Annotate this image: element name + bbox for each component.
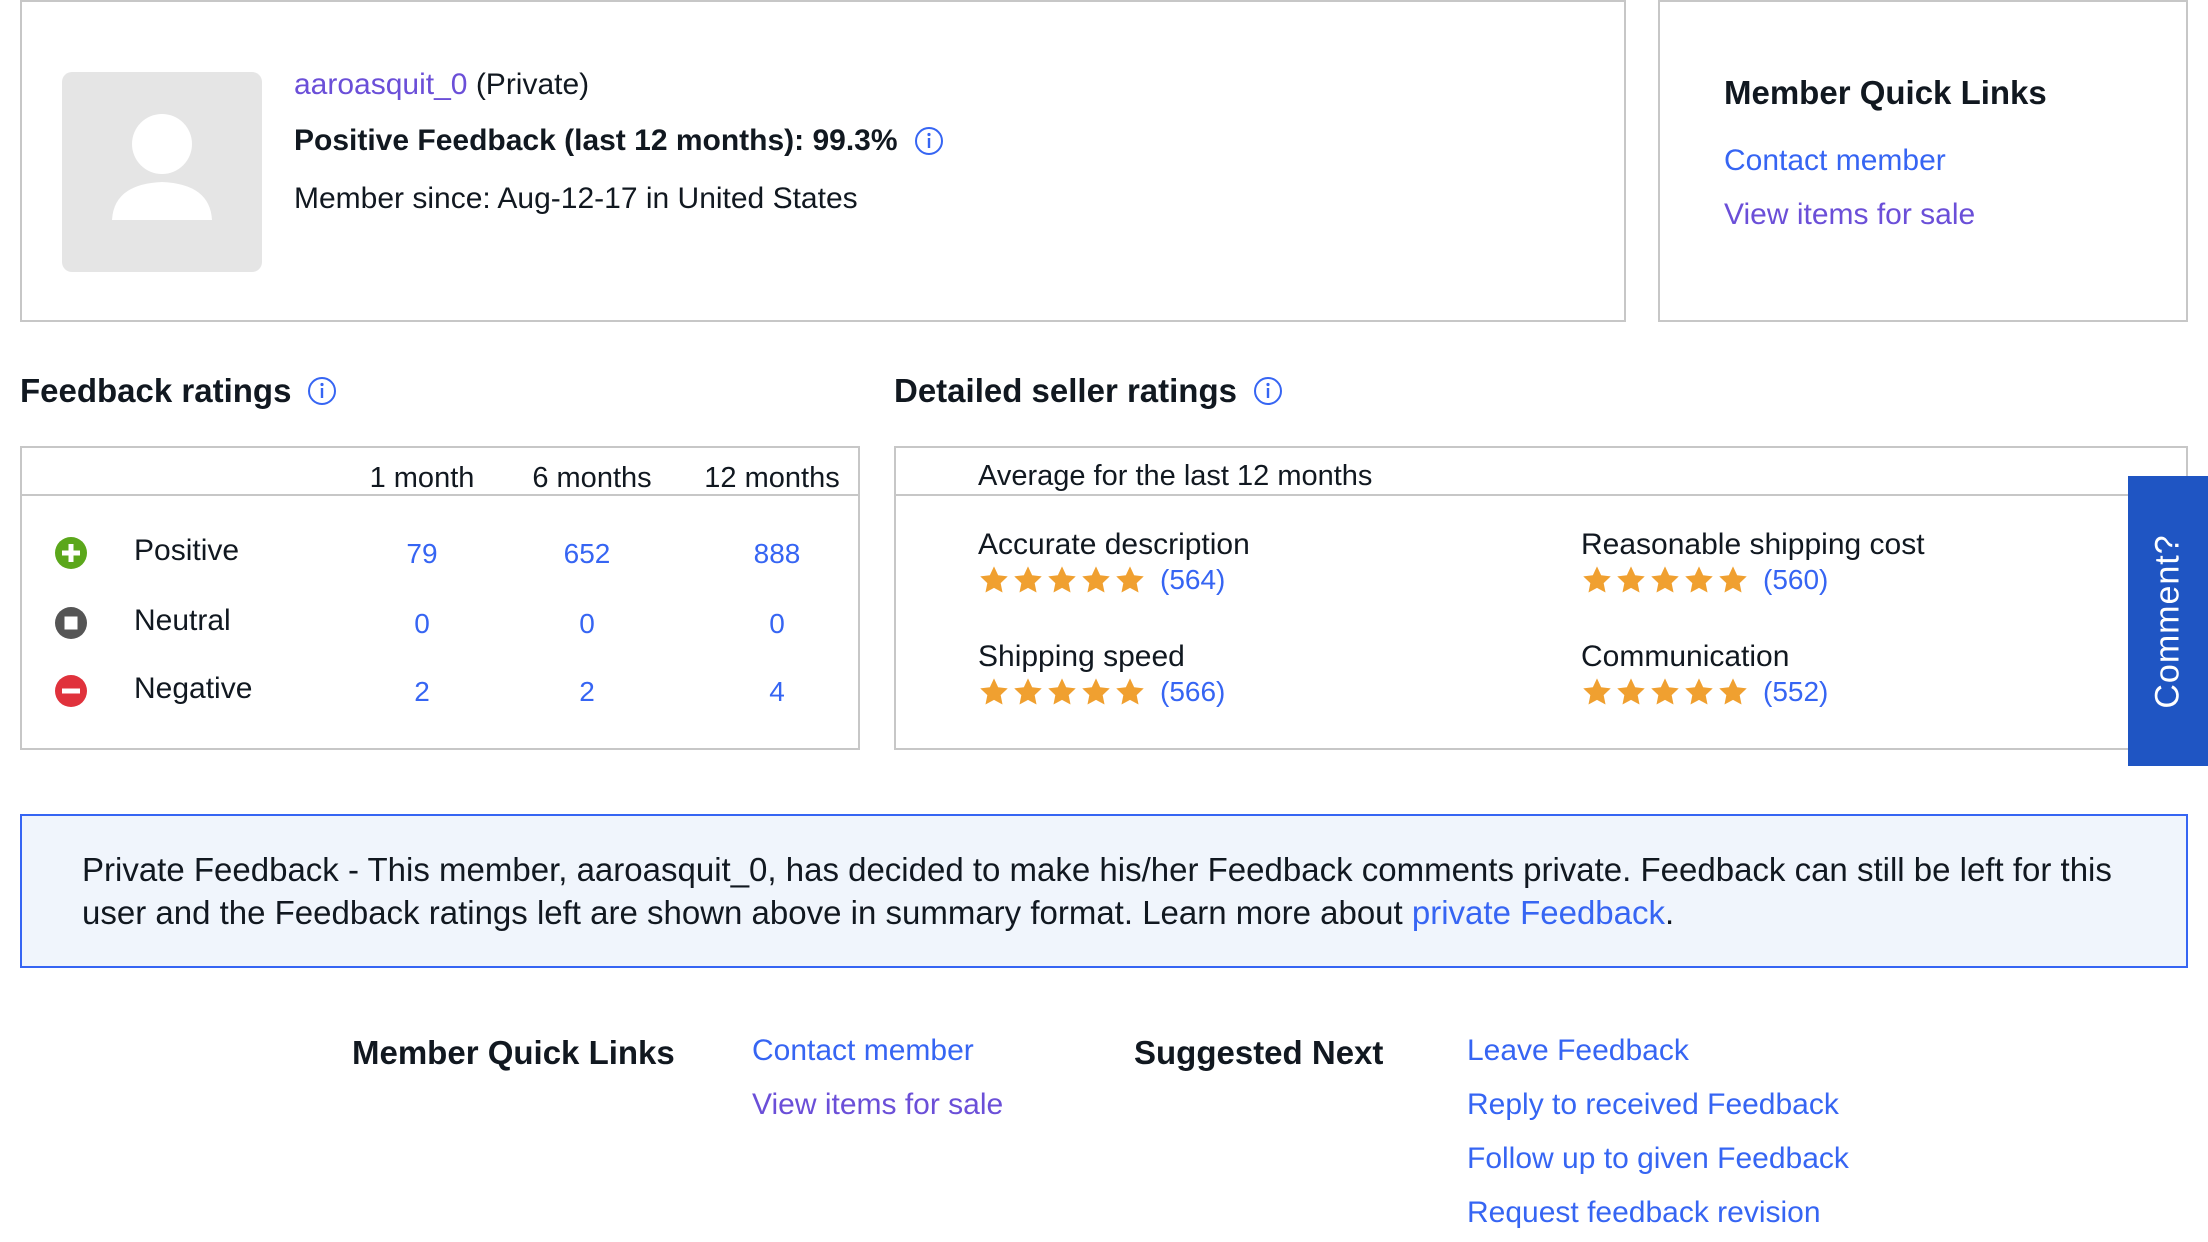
column-header: 6 months — [532, 462, 652, 494]
row-label-neutral: Neutral — [134, 604, 231, 637]
info-icon[interactable] — [307, 376, 337, 406]
view-items-link[interactable]: View items for sale — [1724, 198, 1975, 232]
quick-links-title: Member Quick Links — [1724, 74, 2047, 111]
quick-links-card: Member Quick Links Contact member View i… — [1658, 0, 2188, 322]
star-icon — [1014, 678, 1042, 705]
rating-item: Communication (552) — [1581, 640, 1828, 708]
neutral-6-months[interactable]: 0 — [527, 608, 647, 640]
rating-count: (560) — [1763, 564, 1829, 595]
comment-tab-label: Comment? — [2148, 533, 2187, 709]
negative-icon — [55, 675, 87, 707]
footer-view-items-link[interactable]: View items for sale — [752, 1088, 1003, 1122]
star-icon — [1719, 678, 1747, 705]
positive-6-months[interactable]: 652 — [527, 538, 647, 570]
rating-name: Shipping speed — [978, 640, 1185, 673]
rating-count: (564) — [1160, 564, 1226, 595]
footer-contact-member-link[interactable]: Contact member — [752, 1034, 974, 1068]
star-icon — [1617, 678, 1645, 705]
star-icon — [1651, 566, 1679, 593]
reply-received-feedback-link[interactable]: Reply to received Feedback — [1467, 1088, 1839, 1122]
star-icon — [1116, 566, 1144, 593]
star-rating — [1581, 564, 1749, 596]
star-icon — [1583, 678, 1611, 705]
positive-icon — [55, 537, 87, 569]
info-icon[interactable] — [914, 126, 944, 156]
notice-end: . — [1665, 894, 1675, 931]
star-rating — [1581, 676, 1749, 708]
neutral-icon — [55, 607, 87, 639]
info-icon[interactable] — [1253, 376, 1283, 406]
private-feedback-notice: Private Feedback - This member, aaroasqu… — [20, 814, 2188, 968]
star-rating — [978, 676, 1146, 708]
seller-ratings-panel: Average for the last 12 months Accurate … — [894, 446, 2188, 750]
avatar — [62, 72, 262, 272]
rating-count: (566) — [1160, 676, 1226, 707]
star-icon — [1082, 678, 1110, 705]
follow-up-given-feedback-link[interactable]: Follow up to given Feedback — [1467, 1142, 1849, 1176]
positive-feedback-percent: Positive Feedback (last 12 months): 99.3… — [294, 124, 898, 157]
star-icon — [1082, 566, 1110, 593]
star-icon — [1685, 566, 1713, 593]
leave-feedback-link[interactable]: Leave Feedback — [1467, 1034, 1689, 1068]
seller-ratings-subtitle: Average for the last 12 months — [978, 460, 1373, 492]
contact-member-link[interactable]: Contact member — [1724, 144, 1946, 178]
member-since: Member since: Aug-12-17 in United States — [294, 182, 858, 215]
star-icon — [1617, 566, 1645, 593]
star-icon — [980, 566, 1008, 593]
rating-name: Accurate description — [978, 528, 1250, 561]
avatar-placeholder-icon — [112, 114, 212, 220]
star-icon — [980, 678, 1008, 705]
feedback-ratings-title: Feedback ratings — [20, 372, 292, 409]
rating-item: Shipping speed (566) — [978, 640, 1225, 708]
profile-card: aaroasquit_0 (Private) Positive Feedback… — [20, 0, 1626, 322]
negative-12-months[interactable]: 4 — [717, 676, 837, 708]
rating-name: Communication — [1581, 640, 1790, 673]
positive-1-month[interactable]: 79 — [362, 538, 482, 570]
star-icon — [1014, 566, 1042, 593]
footer-quick-links-title: Member Quick Links — [352, 1034, 675, 1071]
column-header: 1 month — [369, 462, 475, 494]
row-label-positive: Positive — [134, 534, 240, 567]
star-icon — [1116, 678, 1144, 705]
star-rating — [978, 564, 1146, 596]
star-icon — [1651, 678, 1679, 705]
positive-12-months[interactable]: 888 — [717, 538, 837, 570]
username-link[interactable]: aaroasquit_0 — [294, 68, 467, 101]
rating-item: Accurate description (564) — [978, 528, 1250, 596]
neutral-1-month[interactable]: 0 — [362, 608, 482, 640]
request-feedback-revision-link[interactable]: Request feedback revision — [1467, 1196, 1821, 1230]
neutral-12-months[interactable]: 0 — [717, 608, 837, 640]
row-label-negative: Negative — [134, 672, 253, 705]
negative-1-month[interactable]: 2 — [362, 676, 482, 708]
privacy-label: (Private) — [475, 68, 590, 101]
star-icon — [1048, 678, 1076, 705]
table-header-divider — [22, 494, 858, 496]
suggested-next-title: Suggested Next — [1134, 1034, 1384, 1071]
star-icon — [1583, 566, 1611, 593]
rating-count: (552) — [1763, 676, 1829, 707]
star-icon — [1685, 678, 1713, 705]
star-icon — [1048, 566, 1076, 593]
negative-6-months[interactable]: 2 — [527, 676, 647, 708]
column-header: 12 months — [704, 462, 840, 494]
comment-tab[interactable]: Comment? — [2128, 476, 2208, 766]
rating-item: Reasonable shipping cost (560) — [1581, 528, 1925, 596]
private-feedback-link[interactable]: private Feedback — [1412, 894, 1665, 931]
rating-name: Reasonable shipping cost — [1581, 528, 1925, 561]
feedback-ratings-table: 1 month 6 months 12 months Positive 79 6… — [20, 446, 860, 750]
subtitle-divider — [896, 494, 2186, 496]
notice-text: Private Feedback - This member, aaroasqu… — [82, 851, 2112, 931]
seller-ratings-title: Detailed seller ratings — [894, 372, 1237, 409]
star-icon — [1719, 566, 1747, 593]
